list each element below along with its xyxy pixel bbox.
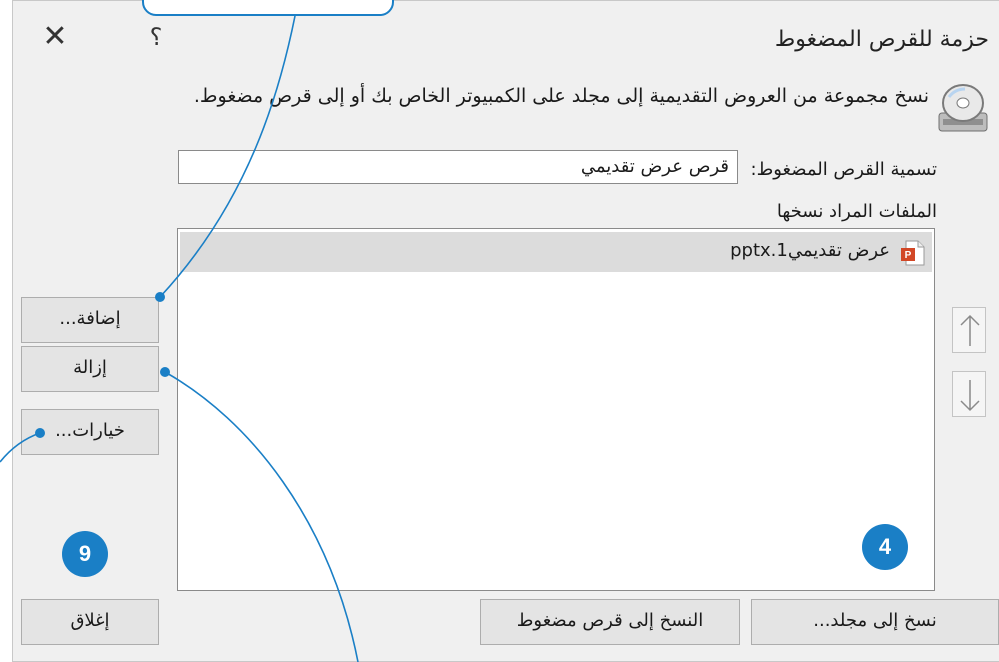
- copy-to-cd-button[interactable]: النسخ إلى قرص مضغوط: [480, 599, 740, 645]
- arrow-up-icon: [960, 314, 980, 346]
- callout-box: [142, 0, 394, 16]
- dialog-description: نسخ مجموعة من العروض التقديمية إلى مجلد …: [193, 85, 929, 107]
- list-item[interactable]: P عرض تقديمي1.pptx: [180, 232, 932, 272]
- package-for-cd-dialog: حزمة للقرص المضغوط ✕ ؟ نسخ مجموعة من الع…: [12, 0, 999, 662]
- move-up-button[interactable]: [952, 307, 986, 353]
- svg-text:P: P: [905, 250, 912, 261]
- remove-button[interactable]: إزالة: [21, 346, 159, 392]
- options-button[interactable]: خيارات...: [21, 409, 159, 455]
- copy-to-folder-button[interactable]: نسخ إلى مجلد...: [751, 599, 999, 645]
- help-icon[interactable]: ؟: [141, 19, 171, 55]
- files-list[interactable]: P عرض تقديمي1.pptx: [177, 228, 935, 591]
- add-button[interactable]: إضافة...: [21, 297, 159, 343]
- arrow-down-icon: [960, 380, 980, 412]
- close-button[interactable]: إغلاق: [21, 599, 159, 645]
- files-to-copy-label: الملفات المراد نسخها: [776, 201, 937, 222]
- step-badge-4: 4: [862, 524, 908, 570]
- file-name: عرض تقديمي1.pptx: [730, 240, 890, 261]
- cd-drive-icon: [938, 84, 988, 132]
- step-badge-9: 9: [62, 531, 108, 577]
- dialog-title: حزمة للقرص المضغوط: [774, 27, 989, 52]
- cd-name-label: تسمية القرص المضغوط:: [750, 159, 937, 180]
- close-icon[interactable]: ✕: [37, 19, 73, 55]
- cd-name-field[interactable]: قرص عرض تقديمي: [178, 150, 738, 184]
- move-down-button[interactable]: [952, 371, 986, 417]
- powerpoint-file-icon: P: [901, 240, 925, 266]
